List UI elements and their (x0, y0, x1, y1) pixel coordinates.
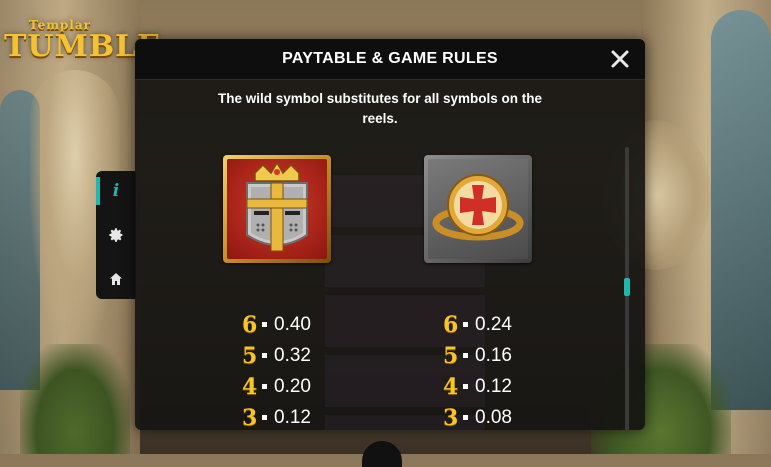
paytable-dialog: PAYTABLE & GAME RULES The wild symbol su… (135, 39, 645, 430)
payout-value: 0.40 (274, 313, 311, 335)
payout-count: 5 (242, 342, 258, 369)
payout-list-helmet: 6 0.40 5 0.32 4 0.20 3 0.12 (242, 309, 362, 430)
payout-value: 0.24 (475, 313, 512, 335)
payout-count: 3 (443, 404, 459, 430)
bullet-dot (463, 415, 468, 420)
dialog-title: PAYTABLE & GAME RULES (282, 50, 498, 67)
bullet-dot (262, 384, 267, 389)
bullet-dot (463, 384, 468, 389)
payout-row: 6 0.24 (443, 309, 563, 340)
payout-row: 4 0.20 (242, 371, 362, 402)
close-icon (611, 50, 629, 68)
info-tab[interactable]: i (96, 171, 136, 211)
payout-value: 0.12 (475, 375, 512, 397)
payout-value: 0.12 (274, 406, 311, 428)
payout-value: 0.08 (475, 406, 512, 428)
payout-row: 3 0.12 (242, 402, 362, 430)
payout-value: 0.16 (475, 344, 512, 366)
dialog-header: PAYTABLE & GAME RULES (135, 39, 645, 80)
payout-count: 4 (242, 373, 258, 400)
bullet-dot (262, 415, 267, 420)
payout-row: 5 0.32 (242, 340, 362, 371)
payout-count: 4 (443, 373, 459, 400)
game-logo: Templar TUMBLE (4, 18, 162, 78)
gear-icon (109, 228, 123, 242)
ring-icon (432, 174, 524, 241)
helmet-icon (246, 161, 308, 252)
close-button[interactable] (609, 48, 631, 70)
payout-count: 3 (242, 404, 258, 430)
helmet-symbol (223, 155, 331, 263)
bullet-dot (463, 322, 468, 327)
info-icon: i (112, 181, 120, 201)
bullet-dot (262, 353, 267, 358)
scrollbar[interactable] (624, 147, 630, 430)
dialog-body[interactable]: The wild symbol substitutes for all symb… (135, 80, 645, 430)
payout-count: 6 (242, 311, 258, 338)
payout-row: 3 0.08 (443, 402, 563, 430)
home-icon (110, 273, 122, 285)
foliage-left (20, 344, 130, 454)
wild-rule-text: The wild symbol substitutes for all symb… (217, 91, 543, 126)
payout-row: 5 0.16 (443, 340, 563, 371)
bullet-dot (262, 322, 267, 327)
payout-count: 6 (443, 311, 459, 338)
game-logo-main: TUMBLE (4, 29, 162, 64)
payout-list-ring: 6 0.24 5 0.16 4 0.12 3 0.08 (443, 309, 563, 430)
scroll-thumb[interactable] (624, 278, 630, 296)
payout-value: 0.32 (274, 344, 311, 366)
payout-value: 0.20 (274, 375, 311, 397)
side-menu: i (96, 171, 136, 299)
settings-tab[interactable] (96, 215, 136, 255)
bullet-dot (463, 353, 468, 358)
payout-count: 5 (443, 342, 459, 369)
home-tab[interactable] (96, 259, 136, 299)
ring-symbol (424, 155, 532, 263)
spin-button-edge (362, 441, 402, 467)
payout-row: 4 0.12 (443, 371, 563, 402)
payout-row: 6 0.40 (242, 309, 362, 340)
